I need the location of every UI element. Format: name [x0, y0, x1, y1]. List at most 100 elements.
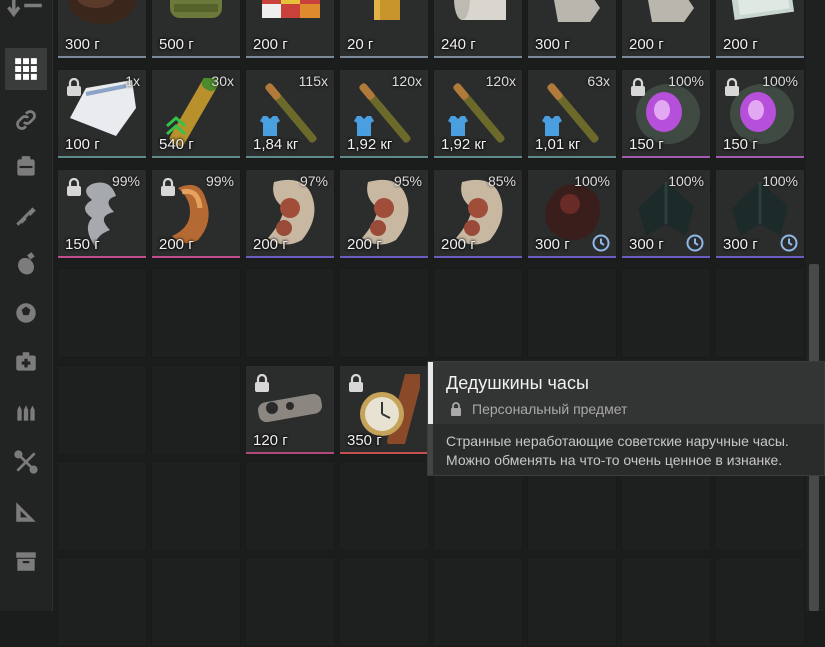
- item-weight: 200 г: [723, 36, 758, 53]
- item-weight: 240 г: [441, 36, 476, 53]
- item-slot[interactable]: 99% 200 г: [151, 169, 241, 259]
- scrollbar[interactable]: [806, 0, 825, 611]
- rarity-bar: [58, 56, 146, 58]
- empty-slot[interactable]: [245, 557, 335, 647]
- empty-slot[interactable]: [151, 268, 241, 358]
- item-slot[interactable]: 1x 100 г: [57, 69, 147, 159]
- lock-icon: [631, 78, 645, 96]
- empty-slot[interactable]: [433, 268, 523, 358]
- medkit-icon[interactable]: [5, 341, 47, 383]
- item-quantity: 63x: [587, 73, 610, 89]
- link-icon[interactable]: [5, 99, 47, 141]
- empty-slot[interactable]: [57, 557, 147, 647]
- empty-slot[interactable]: [339, 268, 429, 358]
- item-quantity: 120x: [391, 73, 422, 89]
- empty-slot[interactable]: [245, 268, 335, 358]
- item-slot[interactable]: 100% 150 г: [715, 69, 805, 159]
- rarity-bar: [340, 452, 428, 454]
- empty-slot[interactable]: [339, 557, 429, 647]
- item-weight: 1,84 кг: [253, 136, 299, 153]
- backpack-icon[interactable]: [5, 146, 47, 188]
- item-weight: 300 г: [535, 236, 570, 253]
- lock-icon: [255, 374, 269, 392]
- item-slot[interactable]: 300 г: [57, 0, 147, 59]
- empty-slot[interactable]: [245, 461, 335, 551]
- box-icon[interactable]: [5, 540, 47, 582]
- weapon-icon[interactable]: [5, 195, 47, 237]
- rarity-bar: [716, 56, 804, 58]
- lock-icon: [349, 374, 363, 392]
- rarity-bar: [152, 56, 240, 58]
- item-slot[interactable]: 120x 1,92 кг: [339, 69, 429, 159]
- item-slot[interactable]: 100% 150 г: [621, 69, 711, 159]
- empty-slot[interactable]: [621, 268, 711, 358]
- item-slot[interactable]: 300 г: [527, 0, 617, 59]
- rarity-bar: [622, 256, 710, 258]
- item-slot[interactable]: 99% 150 г: [57, 169, 147, 259]
- grid-icon[interactable]: [5, 48, 47, 90]
- clock-icon: [780, 234, 798, 252]
- empty-slot[interactable]: [715, 557, 805, 647]
- rarity-bar: [434, 56, 522, 58]
- item-slot[interactable]: 97% 200 г: [245, 169, 335, 259]
- tooltip-description: Странные неработающие советские наручные…: [446, 432, 789, 470]
- item-weight: 150 г: [629, 136, 664, 153]
- ruler-icon[interactable]: [5, 491, 47, 533]
- item-slot[interactable]: 63x 1,01 кг: [527, 69, 617, 159]
- empty-slot[interactable]: [57, 365, 147, 455]
- item-slot[interactable]: 95% 200 г: [339, 169, 429, 259]
- item-slot[interactable]: 100% 300 г: [527, 169, 617, 259]
- item-weight: 300 г: [629, 236, 664, 253]
- empty-slot[interactable]: [151, 365, 241, 455]
- item-slot[interactable]: 30x 540 г: [151, 69, 241, 159]
- empty-slot[interactable]: [433, 557, 523, 647]
- rarity-bar: [246, 452, 334, 454]
- sort-icon[interactable]: [5, 0, 47, 18]
- empty-slot[interactable]: [527, 268, 617, 358]
- lock-icon: [67, 78, 81, 96]
- item-slot[interactable]: 120x 1,92 кг: [433, 69, 523, 159]
- item-slot[interactable]: 200 г: [621, 0, 711, 59]
- item-weight: 1,01 кг: [535, 136, 581, 153]
- grenade-icon[interactable]: [5, 243, 47, 285]
- armor-icon: [542, 116, 562, 136]
- item-weight: 200 г: [347, 236, 382, 253]
- clock-icon: [592, 234, 610, 252]
- item-slot[interactable]: 20 г: [339, 0, 429, 59]
- item-weight: 200 г: [441, 236, 476, 253]
- rarity-bar: [152, 256, 240, 258]
- rarity-bar: [528, 256, 616, 258]
- item-quantity: 100%: [668, 173, 704, 189]
- item-quantity: 95%: [393, 173, 422, 189]
- empty-slot[interactable]: [57, 268, 147, 358]
- tooltip-accent: [428, 424, 433, 475]
- rarity-bar: [152, 156, 240, 158]
- item-quantity: 99%: [111, 173, 140, 189]
- item-weight: 120 г: [253, 432, 288, 449]
- empty-slot[interactable]: [57, 461, 147, 551]
- ammo-icon[interactable]: [5, 391, 47, 433]
- empty-slot[interactable]: [621, 557, 711, 647]
- empty-slot[interactable]: [527, 557, 617, 647]
- item-slot[interactable]: 115x 1,84 кг: [245, 69, 335, 159]
- item-slot[interactable]: 200 г: [715, 0, 805, 59]
- item-quantity: 99%: [205, 173, 234, 189]
- item-slot[interactable]: 100% 300 г: [621, 169, 711, 259]
- empty-slot[interactable]: [339, 461, 429, 551]
- item-slot[interactable]: 240 г: [433, 0, 523, 59]
- item-slot[interactable]: 350 г: [339, 365, 429, 455]
- armor-icon: [448, 116, 468, 136]
- item-slot[interactable]: 85% 200 г: [433, 169, 523, 259]
- item-slot[interactable]: 200 г: [245, 0, 335, 59]
- tooltip-description-line: Странные неработающие советские наручные…: [446, 433, 789, 449]
- item-slot[interactable]: 120 г: [245, 365, 335, 455]
- item-weight: 350 г: [347, 432, 382, 449]
- tools-icon[interactable]: [5, 441, 47, 483]
- ball-icon[interactable]: [5, 292, 47, 334]
- empty-slot[interactable]: [715, 268, 805, 358]
- empty-slot[interactable]: [151, 557, 241, 647]
- empty-slot[interactable]: [151, 461, 241, 551]
- item-slot[interactable]: 100% 300 г: [715, 169, 805, 259]
- rarity-bar: [716, 156, 804, 158]
- item-slot[interactable]: 500 г: [151, 0, 241, 59]
